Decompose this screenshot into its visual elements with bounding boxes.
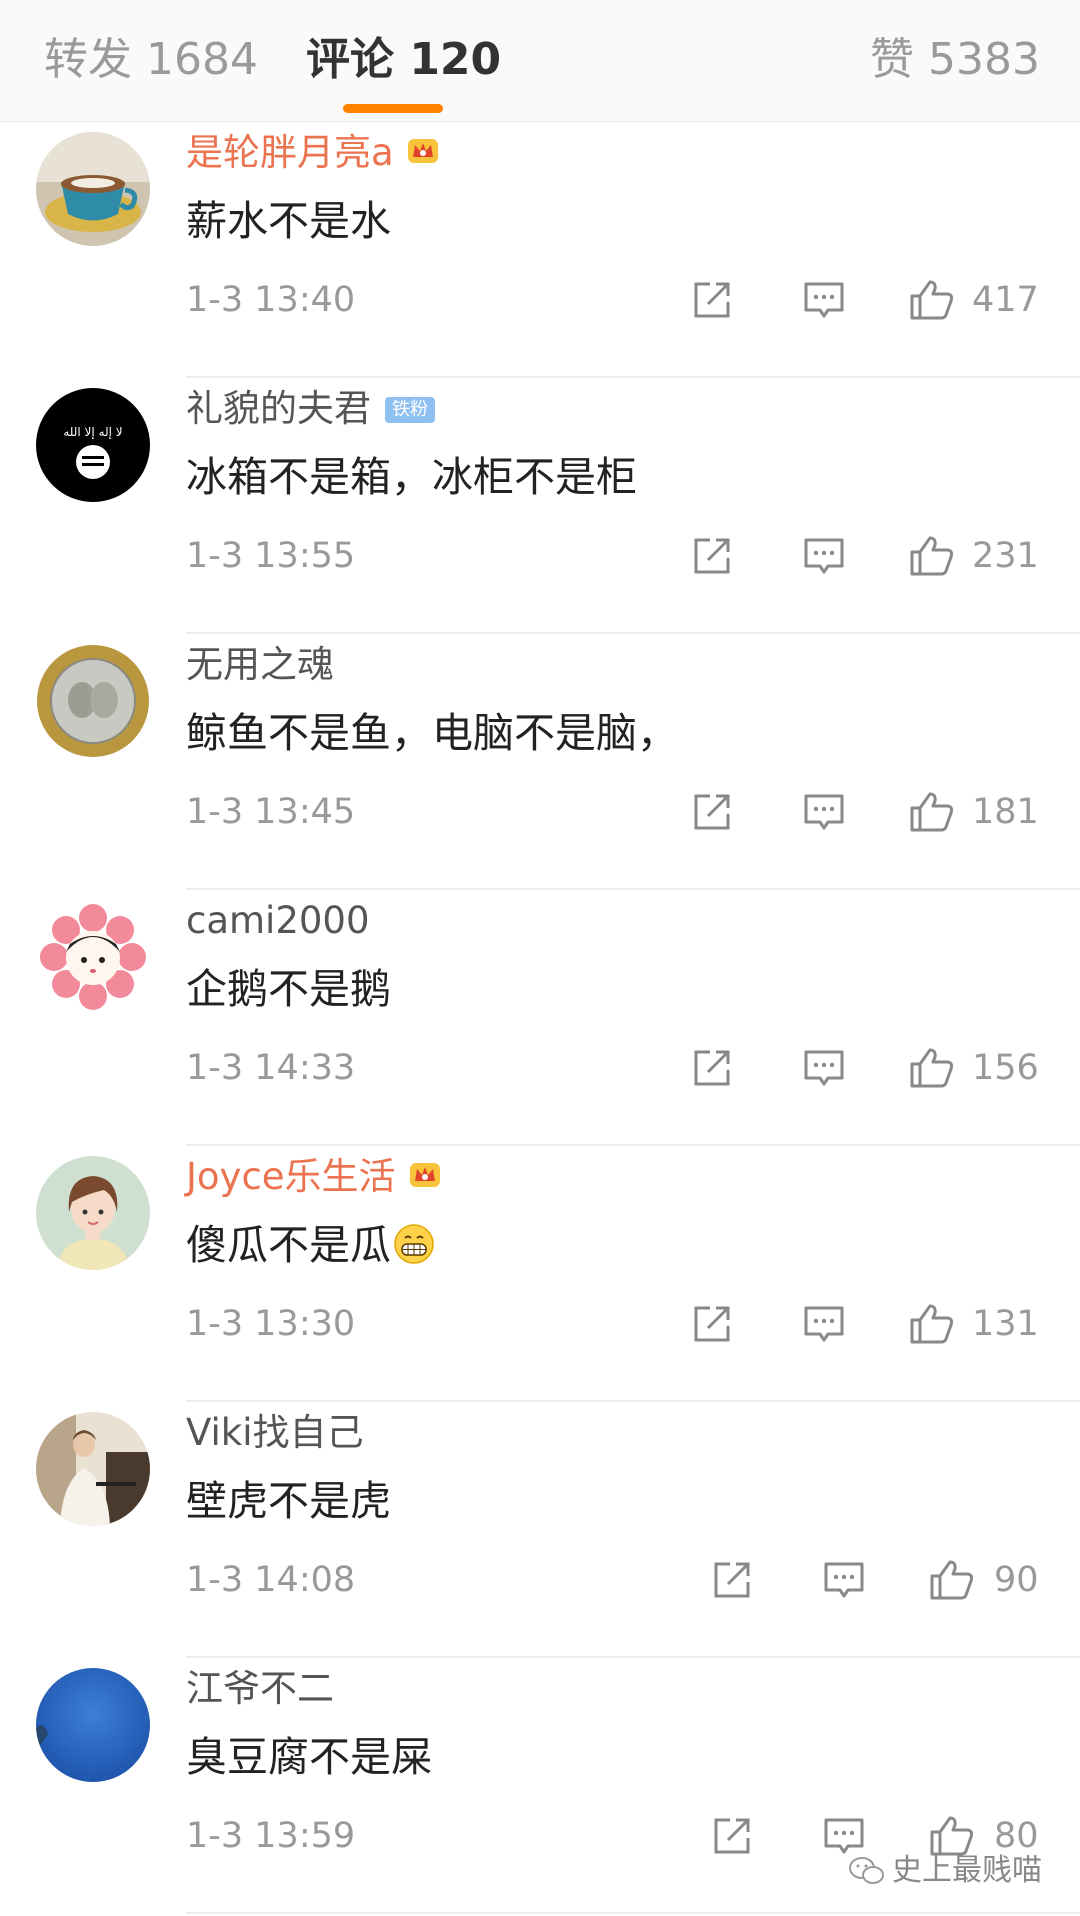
username-text[interactable]: 江爷不二 xyxy=(186,1667,334,1710)
like-count: 417 xyxy=(972,280,1039,320)
comment-text: 冰箱不是箱，冰柜不是柜 xyxy=(186,453,637,501)
username[interactable]: cami2000 xyxy=(186,898,370,944)
wechat-icon xyxy=(848,1853,892,1888)
like-count: 90 xyxy=(994,1560,1039,1600)
reply-icon[interactable] xyxy=(800,788,848,836)
avatar[interactable] xyxy=(36,1156,150,1270)
username[interactable]: Joyce乐生活 xyxy=(186,1154,442,1202)
comment-time: 1-3 13:30 xyxy=(186,1304,356,1344)
comment-text: 壁虎不是虎 xyxy=(186,1477,391,1525)
comment-time: 1-3 13:45 xyxy=(186,792,356,832)
tab-likes[interactable]: 赞 5383 xyxy=(870,34,1040,86)
avatar-flag-text: لا إله إلا الله xyxy=(63,425,122,439)
reply-icon[interactable] xyxy=(800,532,848,580)
comment-item: Viki找自己 壁虎不是虎 1-3 14:08 90 xyxy=(0,1402,1080,1658)
reply-icon[interactable] xyxy=(800,1300,848,1348)
vip-crown-icon xyxy=(406,132,440,178)
vip-crown-icon xyxy=(408,1156,442,1202)
comment-time: 1-3 14:08 xyxy=(186,1560,356,1600)
share-icon[interactable] xyxy=(708,1812,756,1860)
username-text[interactable]: Viki找自己 xyxy=(186,1411,363,1454)
tab-comments[interactable]: 评论 120 xyxy=(306,34,501,86)
watermark: 史上最贱喵 xyxy=(848,1852,1042,1890)
username-text[interactable]: 无用之魂 xyxy=(186,643,334,686)
username[interactable]: 礼貌的夫君 铁粉 xyxy=(186,386,435,432)
username-text[interactable]: 礼貌的夫君 xyxy=(186,387,371,430)
thumb-up-icon[interactable] xyxy=(928,1556,976,1604)
reply-icon[interactable] xyxy=(820,1556,868,1604)
comment-text: 傻瓜不是瓜 xyxy=(186,1218,435,1278)
thumb-up-icon[interactable] xyxy=(908,1044,956,1092)
like-count: 156 xyxy=(972,1048,1039,1088)
comment-time: 1-3 13:40 xyxy=(186,280,356,320)
active-tab-indicator xyxy=(343,104,443,113)
like-count: 131 xyxy=(972,1304,1039,1344)
share-icon[interactable] xyxy=(688,788,736,836)
username[interactable]: Viki找自己 xyxy=(186,1410,363,1456)
thumb-up-icon[interactable] xyxy=(908,788,956,836)
avatar[interactable] xyxy=(36,132,150,246)
thumb-up-icon[interactable] xyxy=(908,276,956,324)
avatar[interactable] xyxy=(36,900,150,1014)
comment-item: 是轮胖月亮a 薪水不是水 1-3 13:40 417 xyxy=(0,122,1080,378)
thumb-up-icon[interactable] xyxy=(908,1300,956,1348)
like-count: 181 xyxy=(972,792,1039,832)
comment-text: 薪水不是水 xyxy=(186,197,391,245)
username[interactable]: 江爷不二 xyxy=(186,1666,334,1712)
username[interactable]: 是轮胖月亮a xyxy=(186,130,440,178)
comment-time: 1-3 14:33 xyxy=(186,1048,356,1088)
username-text[interactable]: Joyce乐生活 xyxy=(186,1155,396,1198)
share-icon[interactable] xyxy=(688,1044,736,1092)
tab-bar: 转发 1684 评论 120 赞 5383 xyxy=(0,0,1080,122)
comment-text: 臭豆腐不是屎 xyxy=(186,1733,432,1781)
comment-text-content: 傻瓜不是瓜 xyxy=(186,1221,391,1269)
reply-icon[interactable] xyxy=(800,276,848,324)
watermark-text: 史上最贱喵 xyxy=(892,1853,1042,1888)
username-text[interactable]: 是轮胖月亮a xyxy=(186,131,394,174)
thumb-up-icon[interactable] xyxy=(908,532,956,580)
fan-badge: 铁粉 xyxy=(385,397,435,423)
avatar[interactable] xyxy=(36,644,150,758)
share-icon[interactable] xyxy=(688,1300,736,1348)
share-icon[interactable] xyxy=(688,276,736,324)
reply-icon[interactable] xyxy=(800,1044,848,1092)
divider xyxy=(186,1912,1080,1914)
avatar[interactable]: لا إله إلا الله xyxy=(36,388,150,502)
grin-emoji-icon xyxy=(393,1223,435,1278)
comment-list: 是轮胖月亮a 薪水不是水 1-3 13:40 417 لا إله إلا ال… xyxy=(0,122,1080,1914)
share-icon[interactable] xyxy=(688,532,736,580)
comment-item: cami2000 企鹅不是鹅 1-3 14:33 156 xyxy=(0,890,1080,1146)
comment-time: 1-3 13:59 xyxy=(186,1816,356,1856)
username[interactable]: 无用之魂 xyxy=(186,642,334,688)
comment-time: 1-3 13:55 xyxy=(186,536,356,576)
comment-item: لا إله إلا الله 礼貌的夫君 铁粉 冰箱不是箱，冰柜不是柜 1-3 … xyxy=(0,378,1080,634)
tab-forward[interactable]: 转发 1684 xyxy=(44,34,258,86)
comment-text: 企鹅不是鹅 xyxy=(186,965,391,1013)
share-icon[interactable] xyxy=(708,1556,756,1604)
like-count: 231 xyxy=(972,536,1039,576)
comment-item: 无用之魂 鲸鱼不是鱼，电脑不是脑， 1-3 13:45 181 xyxy=(0,634,1080,890)
username-text[interactable]: cami2000 xyxy=(186,899,370,942)
avatar[interactable] xyxy=(36,1412,150,1526)
comment-item: Joyce乐生活 傻瓜不是瓜 1-3 13:30 131 xyxy=(0,1146,1080,1402)
comment-text: 鲸鱼不是鱼，电脑不是脑， xyxy=(186,709,678,757)
avatar[interactable] xyxy=(36,1668,150,1782)
